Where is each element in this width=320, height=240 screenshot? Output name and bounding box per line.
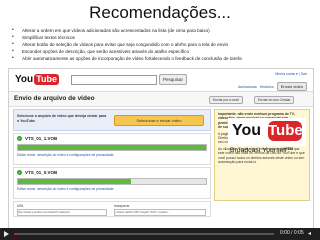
bullet-list: • Alterar a ordem em que vídeos adicionad… [10,27,316,62]
seek-bar[interactable] [14,233,274,235]
upload-item: ✓ VTS_01_0.VOB Editar nome, descrição do… [13,167,211,199]
bullet-item: • Simplificar textos técnicos [12,34,75,40]
check-icon: ✓ [17,136,22,141]
upload-panel: Selecione o arquivo de vídeo que deseja … [13,109,211,233]
select-file-text: Selecione o arquivo de vídeo que deseja … [17,114,107,123]
page-title: Envio de arquivo de vídeo [14,95,95,102]
edit-video-link[interactable]: Editar nome, descrição do vídeo e config… [17,153,114,157]
bullet-dot-icon: • [12,48,14,54]
send-from-mobile-button[interactable]: Enviar do seu Celular [254,96,295,104]
bullet-dot-icon: • [12,34,14,40]
embed-label: Incorporar [114,204,130,208]
video-filename: VTS_01_1.VOB [25,136,58,141]
nav-history[interactable]: Histórico [260,85,274,89]
page-header: Envio de arquivo de vídeo Enviar por e-m… [9,91,313,107]
slogan: Broadcast Yourself™ [230,147,294,154]
bullet-item: • Alterar a ordem em que vídeos adicionad… [12,27,210,33]
video-player-controls: 0:00 / 0:05 ◂ [0,228,320,240]
send-by-email-button[interactable]: Enviar por e-mail [209,96,243,104]
upload-video-button[interactable]: Enviar vídeo [276,82,307,91]
play-icon[interactable] [4,231,9,237]
youtube-logo[interactable]: You Tube [15,73,59,86]
upload-item: ✓ VTS_01_1.VOB Editar nome, descrição do… [13,133,211,165]
slide-title: Recomendações... [89,3,231,22]
nav-subscriptions[interactable]: Assinaturas [238,85,257,89]
select-file-panel: Selecione o arquivo de vídeo que deseja … [13,109,211,131]
upload-progress-bar [17,178,207,185]
youtube-header: You Tube Pesquisar Minha conta ▾ | Sair … [9,69,313,91]
video-share-details: URL http://www.youtube.com/watch?v=a1b2c… [13,201,211,217]
embed-field[interactable]: <object width="425" height="344"><param.… [114,209,206,216]
bullet-item: • Alterar botão de seleção de vídeos para… [12,41,229,47]
check-icon: ✓ [17,170,22,175]
volume-icon[interactable]: ◂ [308,231,314,237]
select-and-upload-button[interactable]: Selecionar e enviar vídeo [114,115,204,126]
upload-progress-bar [17,144,207,151]
video-filename: VTS_01_0.VOB [25,170,58,175]
header-nav: Assinaturas Histórico Enviar vídeo [238,82,307,91]
edit-video-link[interactable]: Editar nome, descrição do vídeo e config… [17,187,114,191]
upload-progress-fill [18,179,131,184]
account-links[interactable]: Minha conta ▾ | Sair [275,72,307,76]
search-button[interactable]: Pesquisar [159,74,188,85]
bullet-item: • Abrir automaticamente as opções de inco… [12,55,242,61]
upload-progress-fill [18,145,206,150]
slide: Recomendações... • Alterar a ordem em que… [0,0,320,240]
seek-fill [14,233,17,235]
bullet-dot-icon: • [12,27,14,33]
url-field[interactable]: http://www.youtube.com/watch?v=a1b2c3 [17,209,107,216]
broadcast-yourself-logo: You Tube Broadcast Yourself™ [228,118,308,164]
bullet-item: • Esconder opções de descrição, que serão… [12,48,190,54]
search-input[interactable] [71,75,157,85]
bullet-dot-icon: • [12,55,14,61]
bullet-dot-icon: • [12,41,14,47]
time-display: 0:00 / 0:05 [280,230,304,236]
url-label: URL [17,204,24,208]
